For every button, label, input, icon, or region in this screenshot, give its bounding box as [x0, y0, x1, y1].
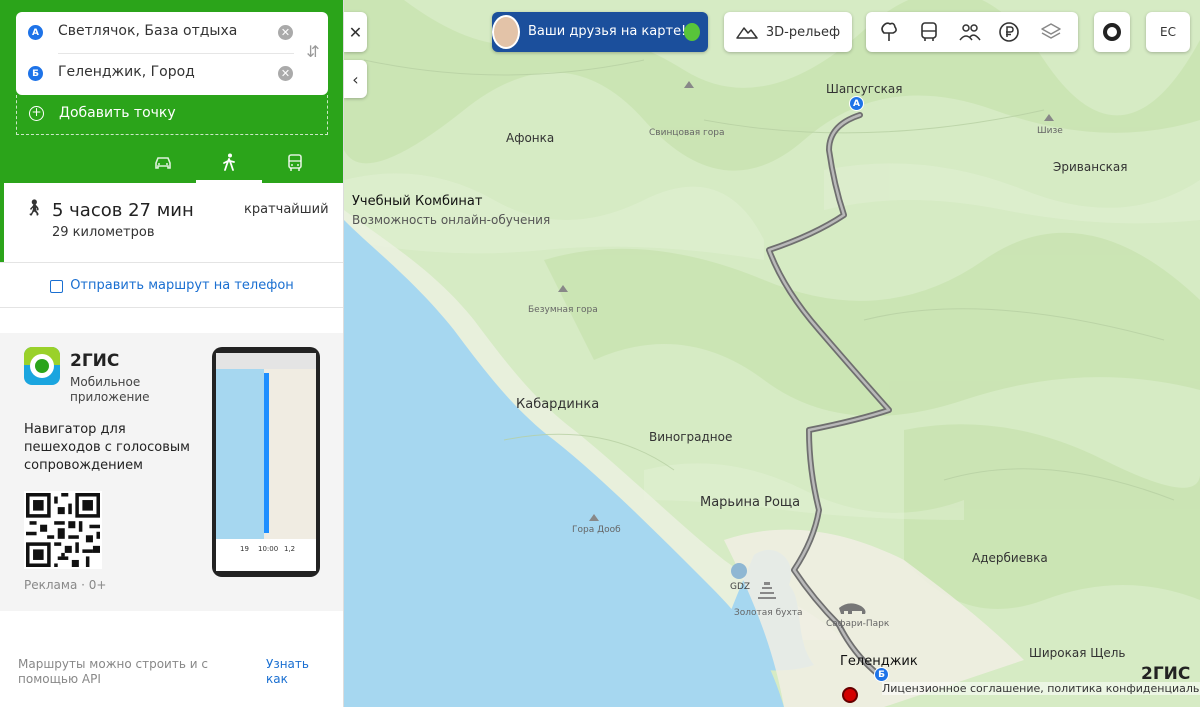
ad-description: Навигатор для пешеходов с голосовым сопр…	[24, 422, 190, 473]
clear-origin-icon[interactable]: ✕	[278, 25, 293, 40]
origin-row[interactable]: А Светлячок, База отдыха ✕	[16, 12, 306, 53]
map-label-vinogradnoe: Виноградное	[649, 430, 733, 444]
route-start-pin[interactable]: А	[849, 96, 864, 111]
route-result[interactable]: 🚶︎ 5 часов 27 мин кратчайший 29 километр…	[0, 183, 343, 262]
ruble-icon[interactable]	[998, 21, 1020, 47]
tree-icon[interactable]	[878, 21, 900, 47]
ad-title: 2ГИС	[70, 351, 120, 371]
map-label-gdz: GDZ	[730, 582, 751, 592]
destination-row[interactable]: Б Геленджик, Город ✕	[16, 53, 306, 94]
add-point-button[interactable]: + Добавить точку	[16, 95, 328, 135]
plus-icon: +	[29, 106, 44, 121]
pedestrian-icon: 🚶︎	[24, 198, 45, 217]
map-label-dooob: Гора Дооб	[572, 525, 621, 535]
collapse-panel-button[interactable]: ‹	[344, 60, 367, 98]
route-duration: 5 часов 27 мин	[52, 200, 194, 221]
friends-banner-button[interactable]: Ваши друзья на карте!	[492, 12, 708, 52]
map-label-erivanskaya: Эриванская	[1053, 160, 1128, 174]
transport-modes	[130, 143, 330, 183]
car-icon	[155, 157, 171, 169]
map-terrain	[344, 0, 1200, 707]
point-b-badge: Б	[28, 66, 43, 81]
phone-stat-3: 1,2	[284, 545, 296, 553]
route-panel: А Светлячок, База отдыха ✕ Б Геленджик, …	[0, 0, 344, 707]
friend-avatar	[492, 15, 520, 49]
map-label-kombinat[interactable]: Учебный Комбинат	[352, 194, 482, 209]
point-a-badge: А	[28, 25, 43, 40]
send-to-phone-button[interactable]: Отправить маршрут на телефон	[0, 262, 343, 308]
route-tag: кратчайший	[244, 202, 329, 217]
map-label-shirokaya: Широкая Щель	[1029, 646, 1126, 660]
layers-icon[interactable]	[1040, 21, 1062, 47]
close-panel-button[interactable]: ✕	[344, 12, 367, 52]
map-label-kabardinka: Кабардинка	[516, 397, 600, 412]
apple-icon	[684, 23, 700, 41]
phone-stats: 19 10:00 1,2	[216, 539, 316, 571]
mountain-3d-icon	[736, 27, 758, 39]
app-logo-icon	[24, 347, 60, 385]
ad-banner[interactable]: 2ГИС Мобильное приложение Навигатор для …	[0, 333, 343, 611]
api-note: Маршруты можно строить и с помощью API	[18, 657, 208, 686]
swap-points-icon[interactable]: ⇵	[306, 42, 320, 66]
map-label-bezumnaya: Безумная гора	[528, 305, 598, 315]
my-location-button[interactable]	[1094, 12, 1130, 52]
map-label-afonka: Афонка	[506, 131, 555, 145]
app-root: А Светлячок, База отдыха ✕ Б Геленджик, …	[0, 0, 1200, 707]
map-label-shapsug: Шапсугская	[826, 82, 903, 96]
bus-layer-icon[interactable]	[918, 21, 940, 47]
map-layers-toolbar	[866, 12, 1078, 52]
pedestrian-icon	[223, 153, 235, 171]
user-avatar-button[interactable]: ЕС	[1146, 12, 1190, 52]
send-icon	[50, 279, 64, 293]
mode-walk-tab[interactable]	[196, 143, 262, 183]
qr-code-image	[26, 493, 100, 567]
mode-transit-tab[interactable]	[262, 143, 328, 183]
close-icon: ✕	[348, 22, 363, 42]
route-header: А Светлячок, База отдыха ✕ Б Геленджик, …	[0, 0, 343, 183]
location-icon	[1103, 23, 1121, 41]
bus-icon	[288, 154, 302, 171]
map-label-zolotaya: Золотая бухта	[734, 608, 803, 618]
friends-layer-icon[interactable]	[958, 21, 982, 47]
phone-stat-1: 19	[240, 545, 249, 553]
map-label-kombinat-sub[interactable]: Возможность онлайн-обучения	[352, 213, 550, 227]
relief-3d-label: 3D-рельеф	[765, 24, 841, 40]
map-canvas[interactable]: Шапсугская Афонка Свинцовая гора Шизе Эр…	[344, 0, 1200, 707]
chevron-left-icon: ‹	[352, 69, 359, 89]
destination-input[interactable]: Геленджик, Город	[58, 64, 195, 80]
friends-banner-label: Ваши друзья на карте!	[528, 24, 687, 39]
map-brand-logo: 2ГИС	[1141, 664, 1191, 684]
clear-destination-icon[interactable]: ✕	[278, 66, 293, 81]
route-inputs: А Светлячок, База отдыха ✕ Б Геленджик, …	[16, 12, 328, 95]
phone-stat-2: 10:00	[258, 545, 279, 553]
route-distance: 29 километров	[52, 225, 155, 240]
add-point-label: Добавить точку	[59, 105, 176, 121]
qr-code	[24, 491, 102, 569]
api-link[interactable]: Узнать как	[266, 657, 316, 687]
ad-subtitle: Мобильное приложение	[70, 375, 150, 404]
map-label-adrebievka: Адербиевка	[972, 551, 1048, 565]
map-label-svintsova: Свинцовая гора	[649, 128, 725, 138]
map-label-shize: Шизе	[1037, 126, 1063, 136]
send-to-phone-label: Отправить маршрут на телефон	[70, 277, 294, 293]
relief-3d-button[interactable]: 3D-рельеф	[724, 12, 852, 52]
origin-input[interactable]: Светлячок, База отдыха	[58, 23, 237, 39]
map-label-safari: Сафари-Парк	[826, 619, 890, 629]
user-initials: ЕС	[1160, 25, 1176, 39]
mode-car-tab[interactable]	[130, 143, 196, 183]
ad-label: Реклама · 0+	[24, 578, 107, 592]
phone-mockup: 19 10:00 1,2	[212, 347, 320, 577]
route-end-pin[interactable]: Б	[874, 667, 889, 682]
map-label-marina: Марьина Роща	[700, 495, 801, 510]
